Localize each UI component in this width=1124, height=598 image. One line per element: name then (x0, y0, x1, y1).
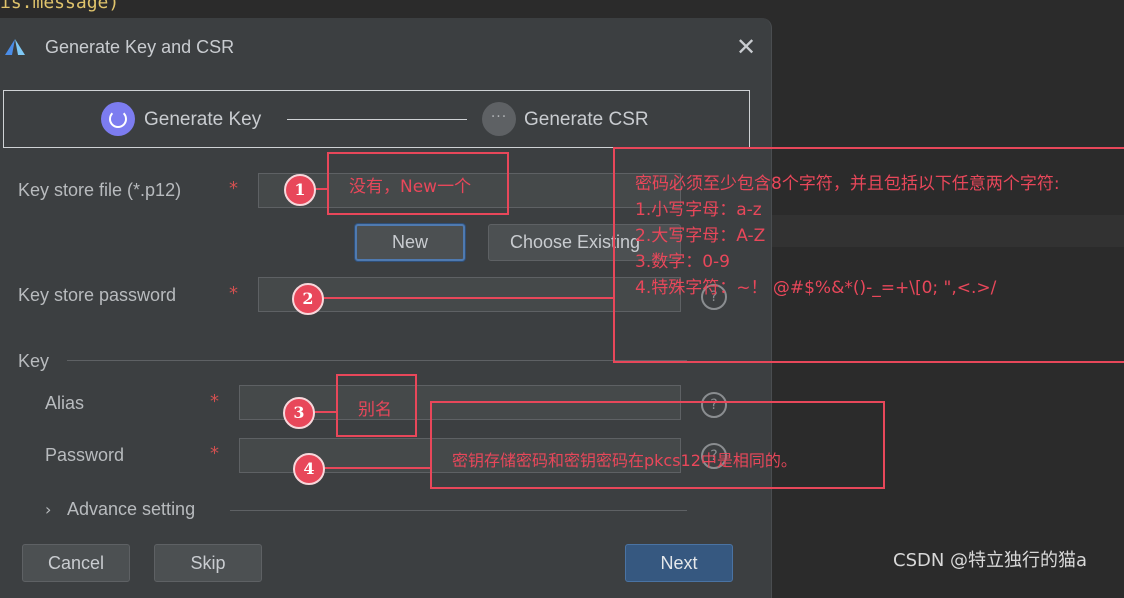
annotation-badge-1: 1 (284, 174, 316, 206)
annotation-box-4: 密钥存储密码和密钥密码在pkcs12中是相同的。 (430, 401, 885, 489)
app-logo-icon (5, 39, 25, 55)
annotation-leader-4 (323, 467, 431, 469)
annotation-box-2: 密码必须至少包含8个字符，并且包括以下任意两个字符: 1.小写字母：a-z 2.… (613, 147, 1124, 363)
annotation-badge-3: 3 (283, 397, 315, 429)
required-mark: * (229, 283, 238, 304)
annotation-box-1: 没有，New一个 (327, 152, 509, 215)
required-mark: * (210, 443, 219, 464)
annotation-text-2-line: 4.特殊字符：~！ @#$%&*()-_=+\[0; ",<.>/ (635, 278, 997, 298)
annotation-badge-4: 4 (293, 453, 325, 485)
chevron-right-icon: › (45, 500, 52, 519)
annotation-text-2-line: 2.大写字母：A-Z (635, 226, 766, 246)
annotation-text-4: 密钥存储密码和密钥密码在pkcs12中是相同的。 (452, 451, 797, 470)
watermark: CSDN @特立独行的猫a (893, 550, 1088, 571)
code-fragment: is.message) (0, 0, 120, 13)
annotation-text-1: 没有，New一个 (349, 177, 472, 197)
required-mark: * (210, 391, 219, 412)
skip-button[interactable]: Skip (154, 544, 262, 582)
next-button[interactable]: Next (625, 544, 733, 582)
close-icon[interactable]: ✕ (733, 34, 759, 60)
annotation-text-2-line: 3.数字：0-9 (635, 252, 730, 272)
key-store-file-label: Key store file (*.p12) (18, 180, 182, 200)
dialog-title: Generate Key and CSR (45, 37, 235, 57)
annotation-leader-2 (322, 297, 614, 299)
new-button[interactable]: New (355, 224, 465, 261)
dialog-title-bar: Generate Key and CSR ✕ (0, 18, 771, 76)
required-mark: * (229, 178, 238, 199)
annotation-text-3: 别名 (358, 400, 392, 420)
step-active-icon (101, 102, 135, 136)
annotation-leader-3 (313, 411, 337, 413)
step-generate-key: Generate Key (144, 109, 262, 130)
key-store-password-label: Key store password (18, 285, 177, 305)
advance-setting-label: Advance setting (67, 499, 196, 519)
annotation-leader-1 (314, 188, 329, 190)
annotation-text-2-line: 密码必须至少包含8个字符，并且包括以下任意两个字符: (635, 174, 1060, 194)
alias-label: Alias (45, 393, 85, 413)
annotation-box-3: 别名 (336, 374, 417, 437)
step-indicator: Generate Key ··· Generate CSR (3, 90, 750, 148)
section-divider (67, 360, 687, 361)
annotation-text-2-line: 1.小写字母：a-z (635, 200, 762, 220)
annotation-badge-2: 2 (292, 283, 324, 315)
cancel-button[interactable]: Cancel (22, 544, 130, 582)
key-section-label: Key (18, 351, 50, 371)
password-label: Password (45, 445, 125, 465)
section-divider (230, 510, 687, 511)
step-pending-icon: ··· (482, 102, 516, 136)
step-connector (287, 119, 467, 120)
step-generate-csr: Generate CSR (524, 109, 649, 130)
